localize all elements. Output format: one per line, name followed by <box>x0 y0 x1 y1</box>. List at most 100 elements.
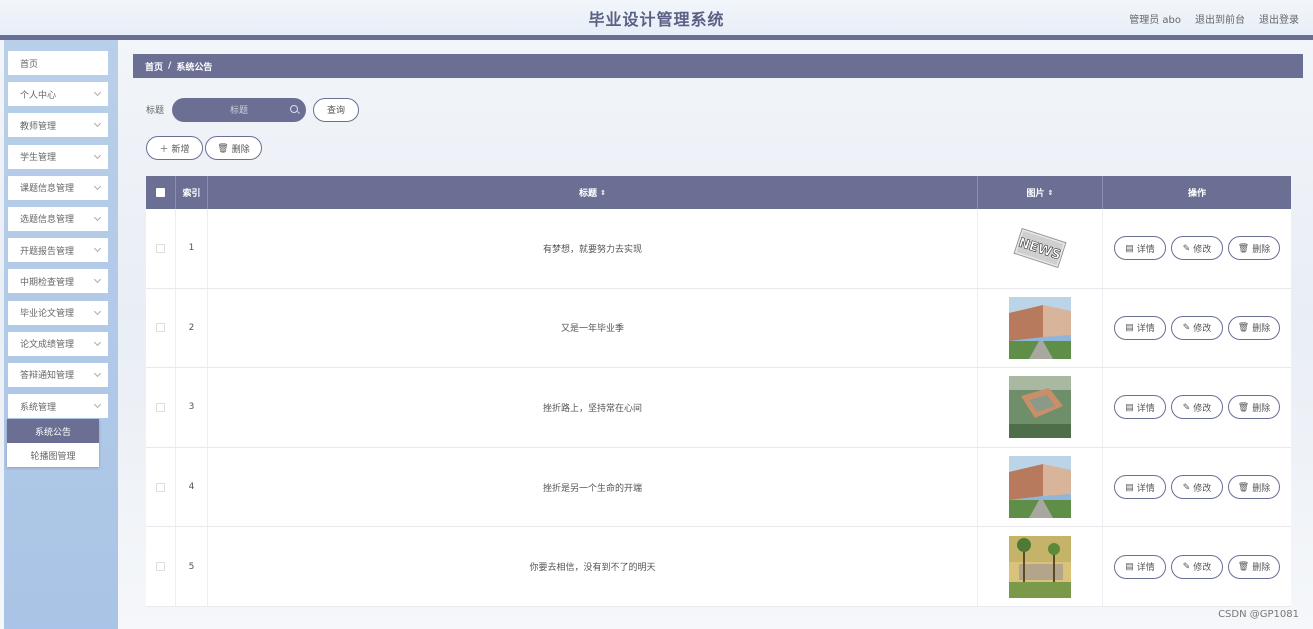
add-button[interactable]: ＋ 新增 <box>146 136 203 160</box>
header-title-label: 标题 <box>579 189 598 199</box>
detail-button[interactable]: ▤ 详情 <box>1114 236 1166 261</box>
sidebar-item[interactable]: 答辩通知管理 <box>8 362 108 387</box>
edit-button[interactable]: ✎ 修改 <box>1171 475 1223 500</box>
row-index: 2 <box>176 288 208 368</box>
row-index: 4 <box>176 447 208 527</box>
chevron-down-icon <box>93 338 102 346</box>
delete-button[interactable]: 🗑 删除 <box>1228 395 1280 420</box>
detail-button[interactable]: ▤ 详情 <box>1114 475 1166 500</box>
submenu-item[interactable]: 轮播图管理 <box>7 443 99 467</box>
query-button[interactable]: 查询 <box>313 97 360 122</box>
edit-button-label: 修改 <box>1193 482 1212 493</box>
system-submenu: 系统公告 轮播图管理 <box>7 419 99 467</box>
row-checkbox[interactable] <box>156 482 165 492</box>
chevron-down-icon <box>93 245 102 253</box>
submenu-item[interactable]: 系统公告 <box>7 419 99 443</box>
pencil-icon: ✎ <box>1182 322 1191 333</box>
chevron-down-icon <box>93 120 102 128</box>
edit-button[interactable]: ✎ 修改 <box>1171 554 1223 579</box>
header-title[interactable]: 标题 ⇕ <box>208 176 978 209</box>
row-checkbox[interactable] <box>156 562 165 572</box>
detail-button-label: 详情 <box>1136 243 1155 254</box>
row-thumbnail <box>1009 535 1071 598</box>
sidebar-item-label: 中期检查管理 <box>20 277 75 288</box>
table-body: 1 有梦想，就要努力去实现 NEWS ▤ 详情 ✎ 修改 🗑 删除 2 又是一年毕业季 ▤ 详情 ✎ 修改 🗑… <box>146 209 1291 607</box>
row-title: 挫折是另一个生命的开端 <box>208 447 978 527</box>
row-title: 挫折路上，坚持常在心间 <box>208 368 978 447</box>
detail-button-label: 详情 <box>1136 323 1155 334</box>
breadcrumb-home[interactable]: 首页 <box>145 60 163 73</box>
header-image-label: 图片 <box>1026 189 1045 199</box>
delete-button-label: 删除 <box>1252 482 1271 493</box>
edit-button[interactable]: ✎ 修改 <box>1171 236 1223 261</box>
select-all-checkbox[interactable] <box>156 188 165 197</box>
sidebar-item[interactable]: 系统管理 <box>8 394 108 419</box>
search-input[interactable]: 标题 <box>172 97 307 122</box>
document-icon: ▤ <box>1125 401 1134 412</box>
sidebar-item[interactable]: 教师管理 <box>8 113 108 138</box>
pencil-icon: ✎ <box>1182 561 1191 572</box>
delete-button[interactable]: 🗑 删除 <box>1228 315 1280 340</box>
header-actions: 管理员 abo 退出到前台 退出登录 <box>1129 11 1299 26</box>
edit-button[interactable]: ✎ 修改 <box>1171 395 1223 420</box>
chevron-down-icon <box>93 151 102 159</box>
delete-button[interactable]: 🗑 删除 <box>1228 236 1280 261</box>
top-header: 毕业设计管理系统 管理员 abo 退出到前台 退出登录 <box>0 0 1313 35</box>
logout-link[interactable]: 退出登录 <box>1259 11 1299 26</box>
row-checkbox-cell <box>146 447 176 527</box>
sidebar-item[interactable]: 论文成绩管理 <box>8 331 108 356</box>
detail-button-label: 详情 <box>1136 402 1155 413</box>
sidebar-item-label: 学生管理 <box>20 153 57 164</box>
user-label: 管理员 abo <box>1129 15 1181 26</box>
sort-icon: ⇕ <box>600 188 606 197</box>
detail-button[interactable]: ▤ 详情 <box>1114 554 1166 579</box>
sidebar-item[interactable]: 开题报告管理 <box>8 238 108 263</box>
trash-icon: 🗑 <box>1237 322 1250 333</box>
sidebar-item[interactable]: 中期检查管理 <box>8 269 108 294</box>
pencil-icon: ✎ <box>1182 242 1191 253</box>
sidebar: 首页个人中心教师管理学生管理课题信息管理选题信息管理 开题报告管理 中期检查管理毕业… <box>4 40 118 629</box>
row-thumbnail <box>1009 296 1071 359</box>
row-ops: ▤ 详情 ✎ 修改 🗑 删除 <box>1103 289 1291 368</box>
sidebar-item-label: 论文成绩管理 <box>20 340 75 351</box>
app-title: 毕业设计管理系统 <box>588 10 725 29</box>
sidebar-item[interactable]: 选题信息管理 <box>8 206 108 231</box>
delete-button[interactable]: 🗑 删除 <box>1228 554 1280 579</box>
edit-button-label: 修改 <box>1193 402 1212 413</box>
delete-button-label: 删除 <box>1252 402 1271 413</box>
table-row: 4 挫折是另一个生命的开端 ▤ 详情 ✎ 修改 🗑 删除 <box>146 447 1291 528</box>
sidebar-item-label: 开题报告管理 <box>20 246 75 257</box>
sidebar-item-label: 答辩通知管理 <box>20 371 75 382</box>
header-divider <box>0 35 1313 40</box>
detail-button[interactable]: ▤ 详情 <box>1114 315 1166 340</box>
sidebar-item[interactable]: 学生管理 <box>8 144 108 169</box>
row-image-cell: NEWS <box>978 209 1103 288</box>
edit-button[interactable]: ✎ 修改 <box>1171 315 1223 340</box>
edit-button-label: 修改 <box>1193 243 1212 254</box>
delete-button[interactable]: 🗑 删除 <box>1228 475 1280 500</box>
row-image-cell <box>978 368 1103 447</box>
delete-button-label: 删除 <box>1252 243 1271 254</box>
sidebar-item-label: 选题信息管理 <box>20 215 75 226</box>
row-checkbox[interactable] <box>156 243 165 253</box>
pencil-icon: ✎ <box>1182 481 1191 492</box>
header-image[interactable]: 图片 ⇕ <box>978 176 1103 209</box>
row-title: 又是一年毕业季 <box>208 288 978 368</box>
row-checkbox[interactable] <box>156 323 165 333</box>
sidebar-item[interactable]: 毕业论文管理 <box>8 300 108 325</box>
sort-icon: ⇕ <box>1047 188 1054 197</box>
detail-button[interactable]: ▤ 详情 <box>1114 395 1166 420</box>
back-to-front-link[interactable]: 退出到前台 <box>1195 11 1245 26</box>
row-ops: ▤ 详情 ✎ 修改 🗑 删除 <box>1103 368 1291 447</box>
row-checkbox[interactable] <box>156 402 165 412</box>
sidebar-item[interactable]: 首页 <box>8 51 108 75</box>
sidebar-item[interactable]: 课题信息管理 <box>8 175 108 200</box>
add-label: 新增 <box>171 143 190 154</box>
document-icon: ▤ <box>1125 242 1134 253</box>
plus-icon: ＋ <box>159 143 169 154</box>
sidebar-item[interactable]: 个人中心 <box>8 82 108 107</box>
breadcrumb-separator: / <box>168 61 172 71</box>
batch-delete-button[interactable]: 🗑 删除 <box>205 136 262 160</box>
trash-icon: 🗑 <box>217 142 229 153</box>
trash-icon: 🗑 <box>1237 481 1250 492</box>
